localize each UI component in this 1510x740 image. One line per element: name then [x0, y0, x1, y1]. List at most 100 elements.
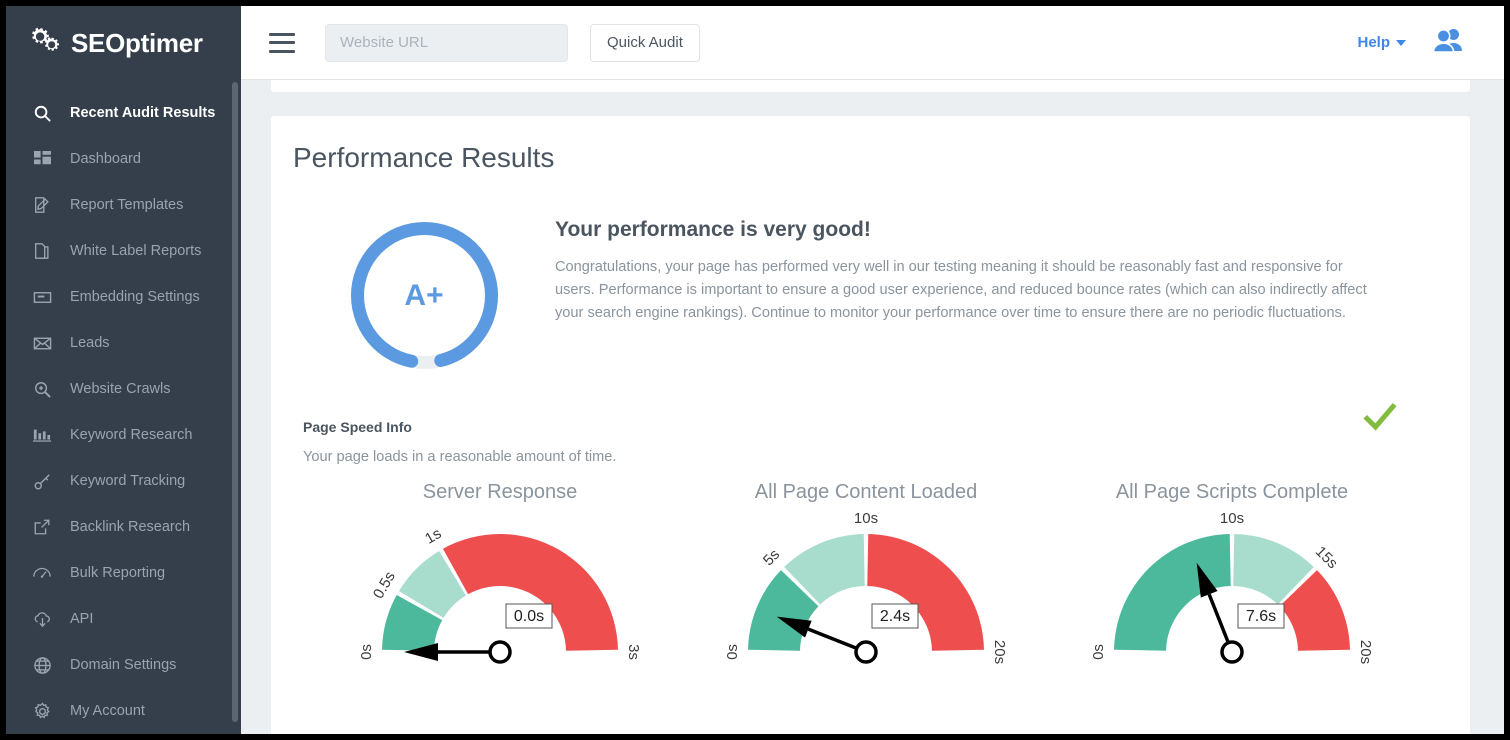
gauge-band	[443, 534, 618, 651]
gauge-tick-label: 0s	[1090, 644, 1107, 660]
gauge-tick-label: 20s	[991, 640, 1008, 664]
brand-logo[interactable]: SEOptimer	[6, 6, 241, 80]
score-grade: A+	[347, 218, 502, 373]
search-input[interactable]	[325, 24, 568, 62]
hamburger-icon[interactable]	[269, 33, 295, 53]
content-scroll-area[interactable]: Performance Results A+ Your performance …	[241, 80, 1504, 734]
help-label: Help	[1357, 34, 1390, 51]
sidebar-item-label: Keyword Research	[70, 427, 193, 443]
embed-box-icon	[32, 287, 52, 307]
score-heading: Your performance is very good!	[555, 218, 1375, 242]
score-description: Congratulations, your page has performed…	[555, 256, 1375, 325]
search-icon	[32, 103, 52, 123]
score-ring-wrapper: A+	[293, 218, 555, 373]
sidebar: SEOptimer Recent Audit Results Dashboard	[6, 6, 241, 734]
gauge-tick-label: 10s	[1220, 510, 1244, 527]
sidebar-item-embedding-settings[interactable]: Embedding Settings	[6, 274, 241, 320]
gauge-title: All Page Content Loaded	[683, 481, 1049, 504]
sidebar-item-label: Embedding Settings	[70, 289, 200, 305]
gauge-all-page-scripts-complete: All Page Scripts Complete 0s 10s 15s 20s 7.6…	[1049, 481, 1415, 672]
score-ring: A+	[347, 218, 502, 373]
sidebar-item-leads[interactable]: Leads	[6, 320, 241, 366]
gauge-tick-label: 3s	[625, 644, 642, 660]
sidebar-item-label: My Account	[70, 703, 145, 719]
sidebar-item-label: Backlink Research	[70, 519, 190, 535]
sidebar-nav: Recent Audit Results Dashboard Report Te…	[6, 80, 241, 734]
sidebar-item-label: Recent Audit Results	[70, 105, 215, 121]
gauge-tick-label: 0.5s	[370, 569, 399, 602]
brand-name: SEOptimer	[71, 28, 203, 59]
help-menu[interactable]: Help	[1357, 34, 1406, 51]
green-check-icon	[1362, 399, 1398, 435]
bar-chart-icon	[32, 425, 52, 445]
page-speed-subtitle: Your page loads in a reasonable amount o…	[303, 449, 1470, 465]
gauge-hub	[490, 642, 510, 662]
sidebar-item-label: Domain Settings	[70, 657, 176, 673]
gauge-tick-label: 15s	[1312, 543, 1341, 572]
external-link-icon	[32, 517, 52, 537]
page-title: Performance Results	[271, 116, 1470, 174]
sidebar-item-dashboard[interactable]: Dashboard	[6, 136, 241, 182]
gears-logo-icon	[28, 24, 62, 63]
sidebar-item-label: White Label Reports	[70, 243, 201, 259]
gauge-chart: 0s 0.5s 1s 3s 0.0s	[317, 506, 683, 672]
score-text-block: Your performance is very good! Congratul…	[555, 218, 1395, 373]
globe-icon	[32, 655, 52, 675]
sidebar-item-label: Leads	[70, 335, 110, 351]
gauge-all-page-content-loaded: All Page Content Loaded 0s 5s 10s 20s 2.4s	[683, 481, 1049, 672]
gauge-tick-label: 0s	[358, 644, 375, 660]
gauge-tick-label: 1s	[422, 525, 444, 548]
gauge-value-label: 2.4s	[880, 608, 910, 625]
gauge-value-label: 7.6s	[1246, 608, 1276, 625]
gauge-title: All Page Scripts Complete	[1049, 481, 1415, 504]
gauge-band	[867, 534, 984, 651]
dashboard-grid-icon	[32, 149, 52, 169]
speedometer-icon	[32, 563, 52, 583]
users-avatar-icon[interactable]	[1432, 27, 1464, 58]
sidebar-item-label: Report Templates	[70, 197, 183, 213]
magnifier-plus-icon	[32, 379, 52, 399]
gauges-row: Server Response 0s 0.5s 1s 3s 0.0s All Page …	[303, 481, 1470, 672]
app-window: SEOptimer Recent Audit Results Dashboard	[6, 6, 1504, 734]
edit-document-icon	[32, 195, 52, 215]
gear-icon	[32, 701, 52, 721]
sidebar-scrollbar[interactable]	[232, 82, 238, 722]
sidebar-item-label: Website Crawls	[70, 381, 170, 397]
sidebar-item-my-account[interactable]: My Account	[6, 688, 241, 734]
header-right-group: Help	[1357, 27, 1504, 58]
sidebar-item-white-label-reports[interactable]: White Label Reports	[6, 228, 241, 274]
sidebar-item-keyword-tracking[interactable]: Keyword Tracking	[6, 458, 241, 504]
sidebar-item-label: API	[70, 611, 93, 627]
gauge-tick-label: 10s	[854, 510, 878, 527]
chevron-down-icon	[1396, 40, 1406, 46]
copy-documents-icon	[32, 241, 52, 261]
gauge-tick-label: 5s	[760, 546, 783, 569]
gauge-svg: 0s 0.5s 1s 3s 0.0s	[355, 506, 645, 672]
key-icon	[32, 471, 52, 491]
gauge-tick-label: 0s	[724, 644, 741, 660]
gauge-chart: 0s 5s 10s 20s 2.4s	[683, 506, 1049, 672]
gauge-hub	[856, 642, 876, 662]
sidebar-item-domain-settings[interactable]: Domain Settings	[6, 642, 241, 688]
envelope-icon	[32, 333, 52, 353]
previous-card-stub	[271, 80, 1470, 92]
sidebar-item-label: Dashboard	[70, 151, 141, 167]
sidebar-item-label: Bulk Reporting	[70, 565, 165, 581]
gauge-value-label: 0.0s	[514, 608, 544, 625]
sidebar-item-recent-audit-results[interactable]: Recent Audit Results	[6, 90, 241, 136]
sidebar-item-bulk-reporting[interactable]: Bulk Reporting	[6, 550, 241, 596]
gauge-tick-label: 20s	[1357, 640, 1374, 664]
sidebar-item-label: Keyword Tracking	[70, 473, 185, 489]
sidebar-item-api[interactable]: API	[6, 596, 241, 642]
score-summary: A+ Your performance is very good! Congra…	[271, 174, 1470, 373]
cloud-download-icon	[32, 609, 52, 629]
sidebar-item-website-crawls[interactable]: Website Crawls	[6, 366, 241, 412]
gauge-server-response: Server Response 0s 0.5s 1s 3s 0.0s	[317, 481, 683, 672]
sidebar-item-backlink-research[interactable]: Backlink Research	[6, 504, 241, 550]
sidebar-item-report-templates[interactable]: Report Templates	[6, 182, 241, 228]
gauge-title: Server Response	[317, 481, 683, 504]
quick-audit-button[interactable]: Quick Audit	[590, 24, 700, 62]
sidebar-item-keyword-research[interactable]: Keyword Research	[6, 412, 241, 458]
performance-results-card: Performance Results A+ Your performance …	[271, 116, 1470, 734]
page-speed-info-block: Page Speed Info Your page loads in a rea…	[271, 373, 1470, 672]
